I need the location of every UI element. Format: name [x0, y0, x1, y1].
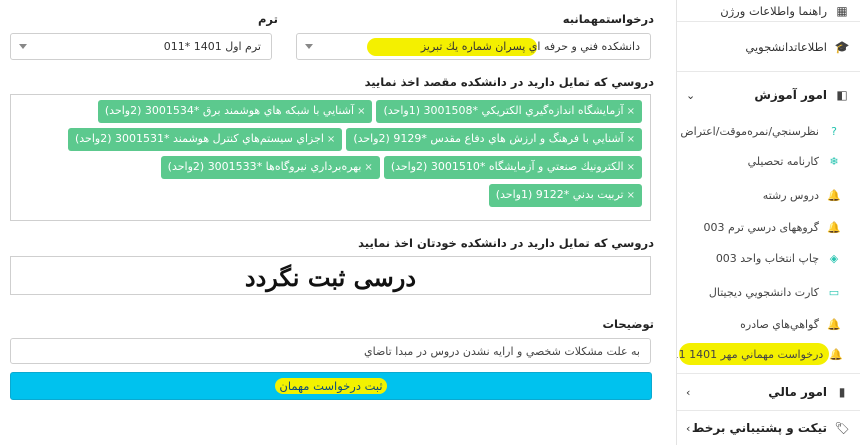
remove-icon[interactable]: × [357, 106, 365, 117]
bell-icon: 🔔 [827, 317, 841, 331]
description-input[interactable]: به علت مشكلات شخصي و ارايه نشدن دروس در … [10, 338, 651, 364]
question-icon: ? [831, 124, 837, 138]
remove-icon[interactable]: × [364, 162, 372, 173]
sidebar-item-ticket[interactable]: 🏷 تيكت و پشتيباني برخط › [677, 411, 860, 445]
dest-courses-label: دروسي كه تمايل داريد در دانشكده مقصد اخذ… [364, 75, 654, 89]
host-college-value: دانشكده فني و حرفه اي پسران شماره يك تبر… [420, 40, 640, 53]
submit-label: ثبت درخواست مهمان [275, 378, 387, 394]
dest-courses-multiselect[interactable]: ×آزمايشگاه اندازه‌گيري الكتريكي *3001508… [10, 94, 651, 221]
sidebar-subitem-course-groups[interactable]: 🔔 گروههای درسي ترم 003 [677, 214, 860, 240]
sidebar-item-help[interactable]: ▦ راهنما واطلاعات ورژن [677, 0, 860, 22]
term-label: ترم [258, 12, 278, 26]
submit-guest-request-button[interactable]: ثبت درخواست مهمان [10, 372, 652, 400]
cube-icon: ◈ [829, 251, 839, 265]
sidebar-subitem-guest-request[interactable]: 🔔 درخواست مهماني مهر 1401 011 [677, 341, 860, 367]
host-college-select[interactable]: دانشكده فني و حرفه اي پسران شماره يك تبر… [296, 33, 651, 60]
remove-icon[interactable]: × [627, 190, 635, 201]
bell-icon: 🔔 [829, 347, 843, 361]
card-icon: ▭ [828, 285, 840, 299]
sidebar-item-education[interactable]: ◧ امور آموزش ⌄ [677, 72, 860, 118]
term-select[interactable]: ترم اول 1401 *011 [10, 33, 272, 60]
course-chip[interactable]: ×آشنايي با فرهنگ و ارزش هاي دفاع مقدس *9… [346, 128, 642, 151]
bell-icon: 🔔 [827, 188, 841, 202]
description-label: توضيحات [602, 317, 655, 331]
course-chip[interactable]: ×تربيت بدني *9122 (1واحد) [488, 184, 642, 207]
term-value: ترم اول 1401 *011 [163, 40, 261, 53]
course-chip[interactable]: ×آزمايشگاه اندازه‌گيري الكتريكي *3001508… [376, 100, 642, 123]
sidebar-subitem-transcript[interactable]: ❄ كارنامه تحصيلي [677, 148, 860, 174]
file-icon: ▮ [838, 385, 846, 399]
layers-icon: ◧ [836, 88, 848, 102]
chevron-right-icon: › [686, 385, 691, 399]
course-chip[interactable]: ×الكترونيك صنعتي و آزمايشگاه *3001510 (2… [383, 156, 642, 179]
course-chip[interactable]: ×آشنايي با شبكه هاي هوشمند برق *3001534 … [97, 100, 373, 123]
own-courses-note: درسی ثبت نگردد [244, 263, 417, 292]
sidebar: ▦ راهنما واطلاعات ورژن 🎓 اطلاعاتدانشجويي… [676, 0, 860, 445]
snowflake-icon: ❄ [829, 154, 839, 168]
sidebar-subitem-student-card[interactable]: ▭ كارت دانشجويي ديجيتال [677, 279, 860, 305]
tag-icon: 🏷 [834, 421, 850, 435]
sidebar-subitem-certificates[interactable]: 🔔 گواهي‌هاي صادره [677, 311, 860, 337]
own-courses-label: دروسي كه تمايل داريد در دانشكده خودتان ا… [358, 236, 654, 250]
remove-icon[interactable]: × [627, 134, 635, 145]
chevron-down-icon: ⌄ [686, 88, 696, 102]
guest-request-form: درخواستمهمانبه ترم دانشكده فني و حرفه اي… [0, 0, 672, 445]
bell-icon: 🔔 [827, 220, 841, 234]
course-chip[interactable]: ×اجزاي سيستم‌هاي كنترل هوشمند *3001531 (… [67, 128, 343, 151]
sidebar-subitem-survey[interactable]: ? نظرسنجي/نمره‌موقت/اعتراض [677, 118, 860, 144]
graduation-cap-icon: 🎓 [834, 39, 850, 54]
remove-icon[interactable]: × [627, 106, 635, 117]
sidebar-item-student-info[interactable]: 🎓 اطلاعاتدانشجويي [677, 22, 860, 72]
map-icon: ▦ [836, 3, 848, 18]
sidebar-subitem-major-courses[interactable]: 🔔 دروس رشته [677, 182, 860, 208]
sidebar-item-finance[interactable]: ▮ امور مالي › [677, 373, 860, 411]
remove-icon[interactable]: × [327, 134, 335, 145]
remove-icon[interactable]: × [627, 162, 635, 173]
chevron-down-icon [19, 44, 27, 49]
chevron-down-icon [305, 44, 313, 49]
course-chip[interactable]: ×بهره‌برداري نيروگاه‌ها *3001533 (2واحد) [160, 156, 380, 179]
own-courses-multiselect[interactable]: درسی ثبت نگردد [10, 256, 651, 295]
host-label: درخواستمهمانبه [562, 12, 654, 26]
sidebar-subitem-print-selection[interactable]: ◈ چاپ انتخاب واحد 003 [677, 245, 860, 271]
chevron-right-icon: › [686, 421, 691, 435]
